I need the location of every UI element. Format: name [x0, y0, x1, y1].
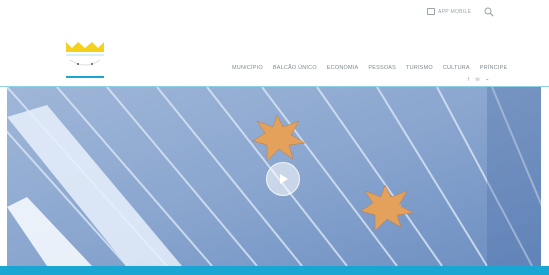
- site-header: ADMINISTRAÇÃO PENEDO DA COLINA MUNICÍPIO…: [0, 22, 549, 94]
- mobile-app-icon: [427, 8, 435, 15]
- main-navigation: MUNICÍPIO BALCÃO ÚNICO ECONOMIA PESSOAS …: [232, 65, 507, 71]
- social-links: f ✉ ⌁: [468, 77, 489, 83]
- app-mobile-link[interactable]: APP MOBILE: [427, 8, 471, 15]
- play-icon: [280, 174, 288, 184]
- nav-item-pessoas[interactable]: PESSOAS: [368, 65, 396, 71]
- accent-bottom-bar: [0, 266, 549, 275]
- nav-item-principe[interactable]: PRÍNCIPE: [480, 65, 508, 71]
- nav-item-cultura[interactable]: CULTURA: [443, 65, 470, 71]
- hero-right-gutter: [541, 87, 549, 266]
- nav-item-turismo[interactable]: TURISMO: [406, 65, 433, 71]
- hero-left-gutter: [0, 87, 7, 266]
- nav-item-municipio[interactable]: MUNICÍPIO: [232, 65, 263, 71]
- play-button[interactable]: [266, 162, 300, 196]
- search-icon[interactable]: [484, 7, 494, 17]
- nav-item-economia[interactable]: ECONOMIA: [327, 65, 359, 71]
- rss-icon[interactable]: ⌁: [486, 77, 489, 83]
- app-mobile-label: APP MOBILE: [438, 8, 472, 15]
- municipality-logo[interactable]: [60, 40, 110, 92]
- facebook-icon[interactable]: f: [468, 77, 469, 83]
- nav-item-balcao-unico[interactable]: BALCÃO ÚNICO: [273, 65, 317, 71]
- top-utility-bar: APP MOBILE: [0, 0, 549, 22]
- email-icon[interactable]: ✉: [475, 77, 479, 83]
